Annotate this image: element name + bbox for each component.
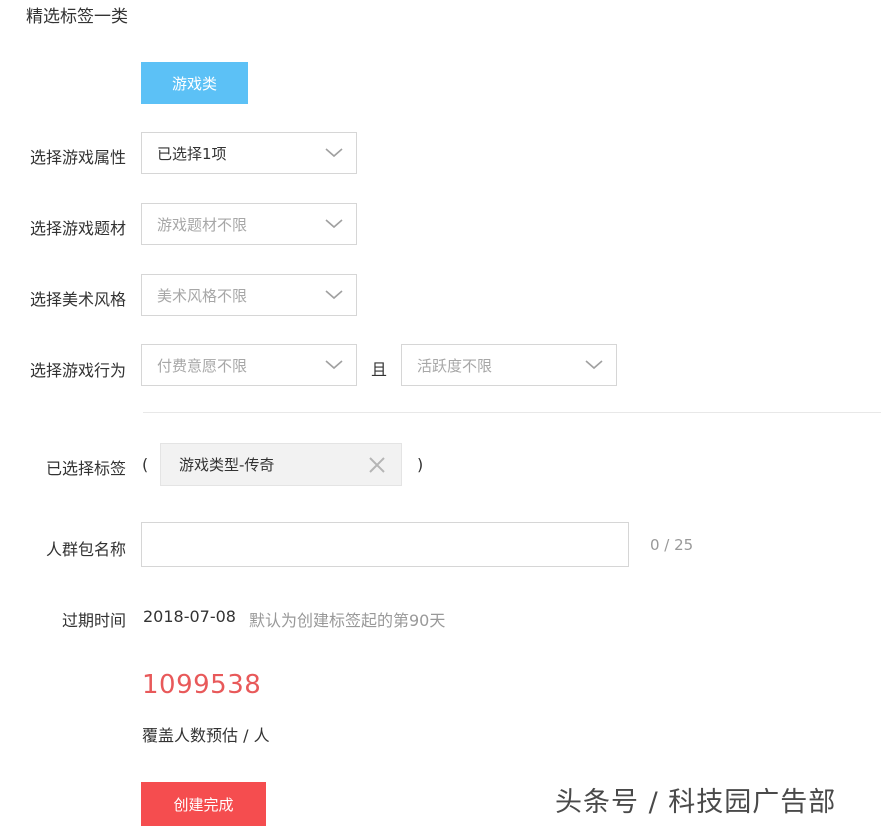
chevron-down-icon xyxy=(312,148,356,158)
audience-name-input[interactable] xyxy=(141,522,629,567)
coverage-label: 覆盖人数预估 / 人 xyxy=(142,726,270,745)
behavior-label: 选择游戏行为 xyxy=(29,361,126,380)
pay-willingness-select-value: 付费意愿不限 xyxy=(157,356,248,375)
coverage-count: 1099538 xyxy=(142,670,262,700)
page-title: 精选标签一类 xyxy=(26,7,128,27)
activity-select[interactable]: 活跃度不限 xyxy=(401,344,617,386)
chevron-down-icon xyxy=(312,290,356,300)
attribute-select-value: 已选择1项 xyxy=(157,144,227,163)
audience-name-label: 人群包名称 xyxy=(45,540,126,559)
create-complete-button[interactable]: 创建完成 xyxy=(141,782,266,826)
chevron-down-icon xyxy=(312,360,356,370)
close-paren: ) xyxy=(417,455,424,474)
theme-label: 选择游戏题材 xyxy=(29,219,126,238)
and-connector: 且 xyxy=(371,360,388,379)
expiry-date: 2018-07-08 xyxy=(143,607,236,626)
selected-tags-label: 已选择标签 xyxy=(45,459,126,478)
section-divider xyxy=(143,412,881,413)
selected-tag-text: 游戏类型-传奇 xyxy=(179,456,275,474)
category-tab-games[interactable]: 游戏类 xyxy=(141,62,248,104)
theme-select[interactable]: 游戏题材不限 xyxy=(141,203,357,245)
art-style-select-value: 美术风格不限 xyxy=(157,286,248,305)
character-counter: 0 / 25 xyxy=(650,536,694,554)
theme-select-value: 游戏题材不限 xyxy=(157,215,248,234)
art-style-label: 选择美术风格 xyxy=(29,290,126,309)
pay-willingness-select[interactable]: 付费意愿不限 xyxy=(141,344,357,386)
close-icon[interactable] xyxy=(353,456,401,474)
chevron-down-icon xyxy=(312,219,356,229)
expiry-label: 过期时间 xyxy=(61,611,126,630)
art-style-select[interactable]: 美术风格不限 xyxy=(141,274,357,316)
attribute-select[interactable]: 已选择1项 xyxy=(141,132,357,174)
selected-tag-chip: 游戏类型-传奇 xyxy=(160,443,402,486)
open-paren: ( xyxy=(142,455,149,474)
attribute-label: 选择游戏属性 xyxy=(29,148,126,167)
activity-select-value: 活跃度不限 xyxy=(417,356,493,375)
chevron-down-icon xyxy=(572,360,616,370)
watermark: 头条号 / 科技园广告部 xyxy=(555,787,837,818)
expiry-note: 默认为创建标签起的第90天 xyxy=(249,611,446,630)
